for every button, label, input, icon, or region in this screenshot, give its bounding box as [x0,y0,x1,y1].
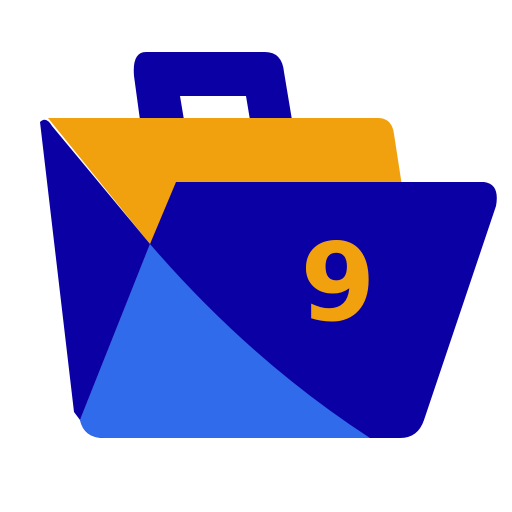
app-icon: 9 [0,0,512,512]
briefcase-folder-icon: 9 [40,52,497,438]
handle-shape [133,52,292,120]
badge-number: 9 [300,221,375,346]
